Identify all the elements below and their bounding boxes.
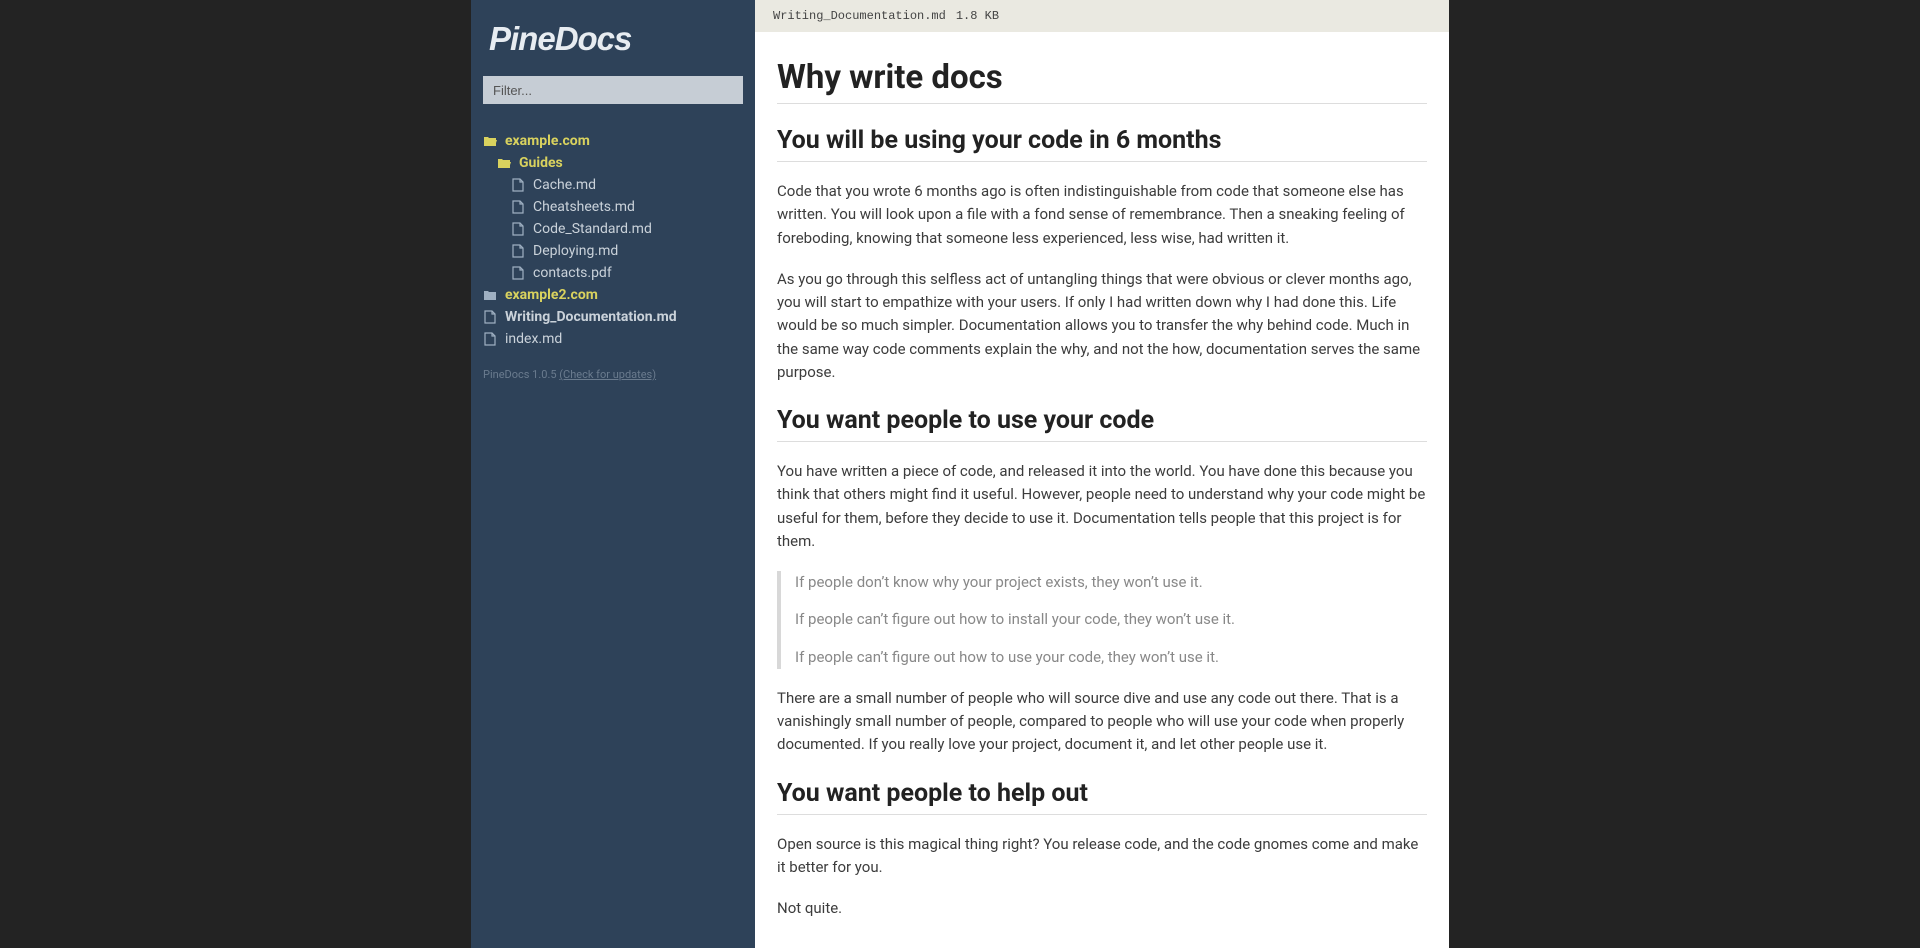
tree-item-label: example2.com: [505, 287, 598, 303]
file-icon: [483, 332, 497, 346]
doc-paragraph: There are a small number of people who w…: [777, 687, 1427, 757]
folder-icon: [483, 289, 497, 301]
main-area: Writing_Documentation.md 1.8 KB Why write…: [755, 0, 1449, 948]
tree-file[interactable]: Writing_Documentation.md: [483, 306, 743, 328]
doc-h2-3: You want people to help out: [777, 779, 1427, 815]
quote-line: If people can’t figure out how to instal…: [795, 608, 1413, 631]
doc-paragraph: You have written a piece of code, and re…: [777, 460, 1427, 553]
doc-paragraph: Open source is this magical thing right?…: [777, 833, 1427, 880]
version-footer: PineDocs 1.0.5 (Check for updates): [471, 350, 755, 399]
file-size: 1.8 KB: [956, 9, 999, 23]
tree-item-label: Cache.md: [533, 177, 596, 193]
file-tree: example.com Guides Cache.md Cheatsheets.md C…: [471, 130, 755, 350]
tree-file[interactable]: Deploying.md: [483, 240, 743, 262]
file-icon: [511, 244, 525, 258]
folder-icon: [497, 157, 511, 169]
tree-item-label: Deploying.md: [533, 243, 618, 259]
app-frame: PineDocs example.com Guides Cache.md Cheats…: [471, 0, 1449, 948]
file-icon: [511, 178, 525, 192]
file-icon: [511, 222, 525, 236]
file-name: Writing_Documentation.md: [773, 9, 946, 23]
quote-line: If people don’t know why your project ex…: [795, 571, 1413, 594]
doc-paragraph: Not quite.: [777, 897, 1427, 920]
tree-file[interactable]: Code_Standard.md: [483, 218, 743, 240]
filter-input[interactable]: [483, 76, 743, 104]
tree-folder[interactable]: example2.com: [483, 284, 743, 306]
tree-item-label: Code_Standard.md: [533, 221, 652, 237]
version-text: PineDocs 1.0.5: [483, 368, 559, 381]
tree-item-label: Cheatsheets.md: [533, 199, 635, 215]
file-icon: [483, 310, 497, 324]
tree-folder[interactable]: Guides: [483, 152, 743, 174]
doc-blockquote: If people don’t know why your project ex…: [777, 571, 1427, 669]
tree-item-label: example.com: [505, 133, 590, 149]
tree-file[interactable]: Cheatsheets.md: [483, 196, 743, 218]
doc-paragraph: As you go through this selfless act of u…: [777, 268, 1427, 384]
tree-folder[interactable]: example.com: [483, 130, 743, 152]
doc-h2-2: You want people to use your code: [777, 406, 1427, 442]
doc-paragraph: Code that you wrote 6 months ago is ofte…: [777, 180, 1427, 250]
tree-item-label: index.md: [505, 331, 562, 347]
file-icon: [511, 200, 525, 214]
tree-file[interactable]: index.md: [483, 328, 743, 350]
tree-item-label: Guides: [519, 155, 563, 171]
doc-h2-1: You will be using your code in 6 months: [777, 126, 1427, 162]
sidebar: PineDocs example.com Guides Cache.md Cheats…: [471, 0, 755, 948]
document-content[interactable]: Why write docs You will be using your co…: [755, 32, 1449, 948]
tree-file[interactable]: contacts.pdf: [483, 262, 743, 284]
doc-h1: Why write docs: [777, 58, 1427, 104]
tree-item-label: contacts.pdf: [533, 265, 612, 281]
quote-line: If people can’t figure out how to use yo…: [795, 646, 1413, 669]
folder-icon: [483, 135, 497, 147]
tree-item-label: Writing_Documentation.md: [505, 309, 677, 325]
check-updates-link[interactable]: (Check for updates): [559, 368, 656, 381]
file-icon: [511, 266, 525, 280]
file-header: Writing_Documentation.md 1.8 KB: [755, 0, 1449, 32]
tree-file[interactable]: Cache.md: [483, 174, 743, 196]
app-logo: PineDocs: [471, 20, 755, 76]
